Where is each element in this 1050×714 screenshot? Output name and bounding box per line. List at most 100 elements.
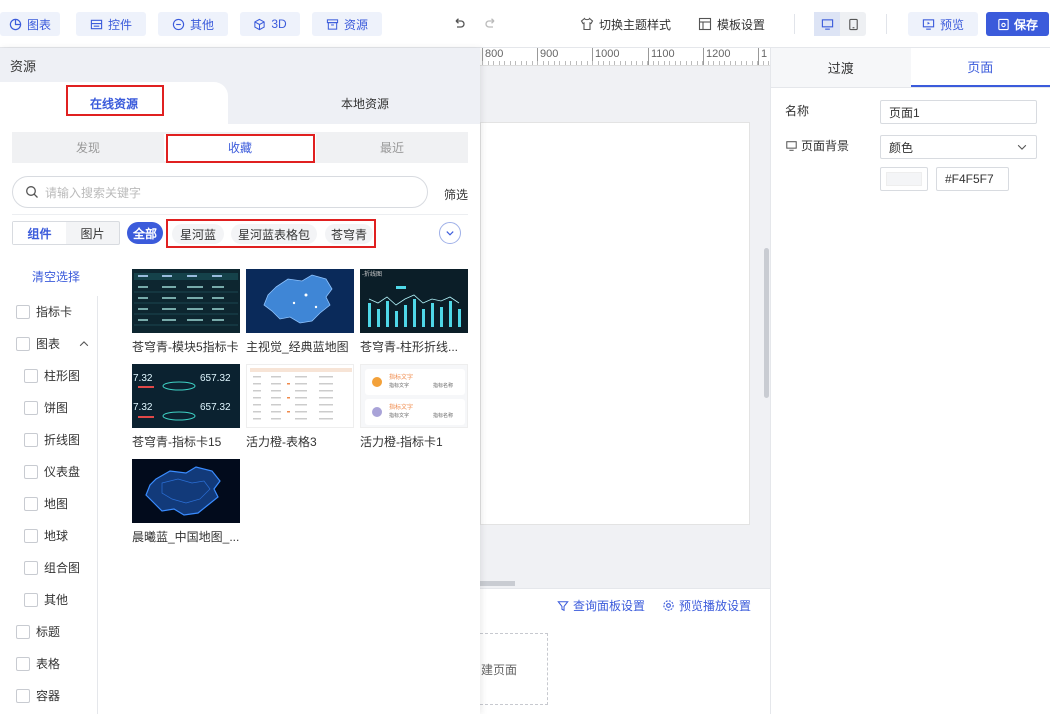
tab-recent[interactable]: 最近 [316,132,468,163]
ruler-minor-tick [537,61,538,65]
checkbox[interactable] [16,688,30,703]
preview-play-settings-link[interactable]: 预览播放设置 [662,597,751,614]
category-globe[interactable]: 地球 [24,527,68,544]
filter-icon [557,600,569,611]
ruler-minor-tick [581,61,582,65]
resource-thumbnail[interactable] [132,269,240,333]
category-combo-chart[interactable]: 组合图 [24,559,80,576]
device-switch [814,12,866,36]
ruler-minor-tick [669,61,670,65]
vertical-scrollbar[interactable] [764,248,769,398]
ruler-minor-tick [493,61,494,65]
category-bar-chart[interactable]: 柱形图 [24,367,80,384]
desktop-view-button[interactable] [814,12,840,36]
thumb-card-note: 指标名称 [433,412,453,419]
checkbox[interactable] [16,624,30,639]
other-button[interactable]: 其他 [158,12,228,36]
thumb-kpi-value: 657.32 [200,402,231,413]
tab-online-resources[interactable]: 在线资源 [0,82,228,124]
tab-favorites[interactable]: 收藏 [164,134,316,161]
3d-button[interactable]: 3D [240,12,300,36]
page-background-text: 页面背景 [801,139,850,153]
category-container[interactable]: 容器 [16,687,60,704]
background-color-input[interactable]: #F4F5F7 [936,167,1009,191]
checkbox[interactable] [24,368,38,383]
category-title[interactable]: 标题 [16,623,60,640]
resource-thumbnail[interactable] [246,269,354,333]
background-type-select[interactable]: 颜色 [880,135,1037,159]
undo-button[interactable] [452,12,466,36]
resource-sub-tabs: 发现 收藏 最近 [12,132,468,163]
horizontal-scrollbar[interactable] [480,581,515,586]
background-color-swatch[interactable] [880,167,928,191]
ruler-minor-tick [575,61,577,65]
ruler-minor-tick [658,61,659,65]
horizontal-ruler: 800 900 1000 1100 1200 1 [480,48,770,66]
tag-chip[interactable]: 星河蓝表格包 [231,224,317,244]
checkbox[interactable] [24,432,38,447]
resource-thumbnail[interactable]: 7.32 657.32 7.32 657.32 [132,364,240,428]
category-table[interactable]: 表格 [16,655,60,672]
category-map[interactable]: 地图 [24,495,68,512]
save-button[interactable]: 保存 [986,12,1049,36]
ruler-minor-tick [735,61,736,65]
resource-thumbnail[interactable]: 指标文字 指标文字 指标名称 指标文字 指标文字 指标名称 [360,364,468,428]
search-input[interactable]: 请输入搜索关键字 [12,176,428,208]
checkbox[interactable] [16,304,30,319]
save-icon [998,18,1009,30]
resource-button[interactable]: 资源 [312,12,382,36]
checkbox[interactable] [16,336,30,351]
tab-page[interactable]: 页面 [910,48,1050,87]
tab-discover[interactable]: 发现 [12,132,164,163]
preview-button[interactable]: 预览 [908,12,978,36]
resource-thumbnail[interactable]: -折线图 [360,269,468,333]
category-label: 标题 [36,625,61,639]
new-page-button[interactable]: 建页面 [480,633,548,705]
tab-transition[interactable]: 过渡 [771,48,911,87]
category-other[interactable]: 其他 [24,591,68,608]
redo-button[interactable] [484,12,498,36]
category-kpi-card[interactable]: 指标卡 [16,303,72,320]
3d-china-map-preview-image [132,459,240,523]
template-settings-button[interactable]: 模板设置 [698,12,765,36]
checkbox[interactable] [16,656,30,671]
tag-chip[interactable]: 苍穹青 [325,224,373,244]
clear-selection-link[interactable]: 清空选择 [32,268,80,285]
category-pie-chart[interactable]: 饼图 [24,399,68,416]
segment-images[interactable]: 图片 [66,222,119,244]
mobile-view-button[interactable] [840,12,866,36]
checkbox[interactable] [24,464,38,479]
checkbox[interactable] [24,496,38,511]
checkbox[interactable] [24,400,38,415]
category-gauge[interactable]: 仪表盘 [24,463,80,480]
chevron-up-icon[interactable] [78,338,90,350]
control-button[interactable]: 控件 [76,12,146,36]
query-panel-settings-link[interactable]: 查询面板设置 [557,597,645,614]
search-icon [26,186,38,198]
cube-icon [254,18,265,30]
page-name-input[interactable]: 页面1 [880,100,1037,124]
toolbar-divider [794,14,795,34]
category-chart[interactable]: 图表 [16,335,90,352]
resource-name: 苍穹青-柱形折线... [360,340,458,354]
divider [12,214,468,215]
checkbox[interactable] [24,592,38,607]
tag-all[interactable]: 全部 [127,222,163,244]
chart-button[interactable]: 图表 [0,12,60,36]
page-canvas[interactable] [480,122,750,525]
checkbox[interactable] [24,528,38,543]
ruler-minor-tick [570,61,571,65]
resource-thumbnail[interactable] [132,459,240,523]
category-label: 组合图 [44,561,81,575]
filter-button[interactable]: 筛选 [444,186,468,203]
segment-components[interactable]: 组件 [13,222,66,244]
expand-tags-button[interactable] [439,222,461,244]
checkbox[interactable] [24,560,38,575]
tag-chip[interactable]: 星河蓝 [172,224,224,244]
switch-theme-button[interactable]: 切换主题样式 [580,12,671,36]
ruler-minor-tick [685,61,687,65]
tab-local-resources[interactable]: 本地资源 [250,82,480,124]
category-line-chart[interactable]: 折线图 [24,431,80,448]
resource-thumbnail[interactable] [246,364,354,428]
thumb-card-subtitle: 指标文字 [389,412,409,419]
